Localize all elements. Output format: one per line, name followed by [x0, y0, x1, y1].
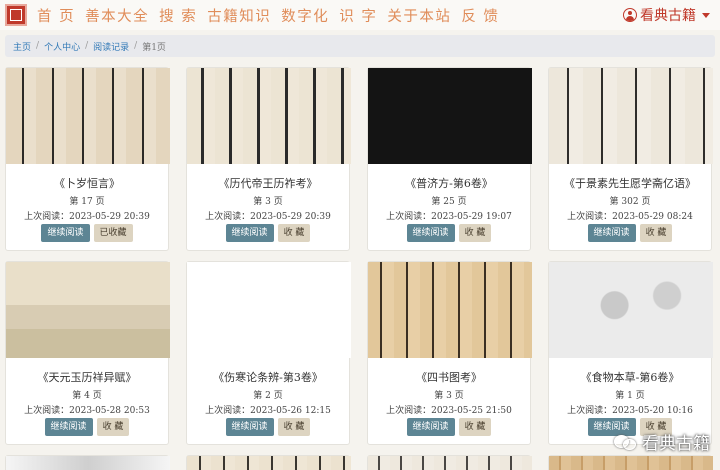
book-card: 《卜岁恒言》 第 17 页 上次阅读：2023-05-29 20:39 继续阅读…: [5, 67, 170, 251]
book-page: 第 302 页: [609, 197, 651, 207]
book-cover[interactable]: [549, 262, 713, 358]
book-cover[interactable]: [549, 68, 713, 164]
continue-reading-button[interactable]: 继续阅读: [41, 224, 90, 242]
nav-digitization[interactable]: 数字化: [281, 5, 329, 26]
continue-reading-button[interactable]: 继续阅读: [406, 418, 455, 436]
nav-characters[interactable]: 识 字: [339, 5, 377, 26]
book-page: 第 3 页: [434, 391, 464, 401]
breadcrumb-history[interactable]: 阅读记录: [93, 40, 129, 53]
wechat-icon: [614, 434, 636, 450]
book-card: [5, 455, 170, 470]
book-card: 《于景素先生愿学斋亿语》 第 302 页 上次阅读：2023-05-29 08:…: [548, 67, 713, 251]
last-read-time: 上次阅读：2023-05-28 20:53: [24, 406, 150, 416]
book-page: 第 2 页: [253, 391, 283, 401]
book-cover[interactable]: [6, 262, 170, 358]
book-cover[interactable]: [6, 456, 170, 470]
book-title[interactable]: 《食物本草-第6卷》: [549, 369, 711, 385]
site-logo[interactable]: [5, 4, 27, 26]
book-title[interactable]: 《卜岁恒言》: [6, 175, 168, 191]
breadcrumb-separator: /: [134, 41, 138, 51]
favorite-button[interactable]: 收 藏: [458, 418, 492, 436]
continue-reading-button[interactable]: 继续阅读: [587, 224, 636, 242]
book-cover[interactable]: [368, 68, 532, 164]
watermark: 看典古籍: [614, 429, 710, 454]
breadcrumb-profile[interactable]: 个人中心: [44, 40, 80, 53]
book-card: 《普济方-第6卷》 第 25 页 上次阅读：2023-05-29 19:07 继…: [367, 67, 532, 251]
book-cover[interactable]: [368, 262, 532, 358]
favorite-button[interactable]: 收 藏: [277, 224, 311, 242]
book-card: 《历代帝王历祚考》 第 3 页 上次阅读：2023-05-29 20:39 继续…: [186, 67, 351, 251]
top-navbar: 首 页 善本大全 搜 索 古籍知识 数字化 识 字 关于本站 反 馈 看典古籍: [0, 0, 720, 30]
book-card: 《四书图考》 第 3 页 上次阅读：2023-05-25 21:50 继续阅读 …: [367, 261, 532, 445]
book-cover[interactable]: [187, 262, 351, 358]
last-read-time: 上次阅读：2023-05-29 20:39: [24, 212, 150, 222]
last-read-time: 上次阅读：2023-05-26 12:15: [205, 406, 331, 416]
nav-knowledge[interactable]: 古籍知识: [207, 5, 271, 26]
last-read-time: 上次阅读：2023-05-29 19:07: [386, 212, 512, 222]
nav-feedback[interactable]: 反 馈: [461, 5, 499, 26]
book-title[interactable]: 《天元玉历祥异赋》: [6, 369, 168, 385]
main-nav: 首 页 善本大全 搜 索 古籍知识 数字化 识 字 关于本站 反 馈: [37, 5, 509, 26]
last-read-time: 上次阅读：2023-05-25 21:50: [386, 406, 512, 416]
book-card: 《伤寒论条辨-第3卷》 第 2 页 上次阅读：2023-05-26 12:15 …: [186, 261, 351, 445]
book-cover[interactable]: [368, 456, 532, 470]
favorite-button[interactable]: 已收藏: [93, 224, 133, 242]
book-page: 第 1 页: [615, 391, 645, 401]
book-card: [367, 455, 532, 470]
book-card: 《天元玉历祥异赋》 第 4 页 上次阅读：2023-05-28 20:53 继续…: [5, 261, 170, 445]
nav-search[interactable]: 搜 索: [159, 5, 197, 26]
continue-reading-button[interactable]: 继续阅读: [406, 224, 455, 242]
book-title[interactable]: 《于景素先生愿学斋亿语》: [549, 175, 711, 191]
user-name: 看典古籍: [640, 8, 696, 24]
breadcrumb-separator: /: [85, 41, 89, 51]
nav-home[interactable]: 首 页: [37, 5, 75, 26]
continue-reading-button[interactable]: 继续阅读: [225, 418, 274, 436]
chevron-down-icon: [702, 12, 710, 18]
favorite-button[interactable]: 收 藏: [277, 418, 311, 436]
breadcrumb-current: 第1页: [142, 42, 166, 53]
continue-reading-button[interactable]: 继续阅读: [44, 418, 93, 436]
book-cover[interactable]: [549, 456, 713, 470]
book-cover[interactable]: [187, 456, 351, 470]
book-page: 第 4 页: [72, 391, 102, 401]
last-read-time: 上次阅读：2023-05-29 08:24: [567, 212, 693, 222]
book-page: 第 3 页: [253, 197, 283, 207]
book-card: 《食物本草-第6卷》 第 1 页 上次阅读：2023-05-20 10:16 继…: [548, 261, 713, 445]
book-title[interactable]: 《普济方-第6卷》: [368, 175, 530, 191]
book-card: [186, 455, 351, 470]
breadcrumb-separator: /: [36, 41, 40, 51]
nav-about[interactable]: 关于本站: [387, 5, 451, 26]
breadcrumb-home[interactable]: 主页: [13, 40, 31, 53]
book-cover[interactable]: [187, 68, 351, 164]
watermark-text: 看典古籍: [642, 434, 710, 454]
book-title[interactable]: 《历代帝王历祚考》: [187, 175, 349, 191]
favorite-button[interactable]: 收 藏: [96, 418, 130, 436]
user-menu[interactable]: 看典古籍: [623, 5, 710, 25]
nav-rare-books[interactable]: 善本大全: [85, 5, 149, 26]
book-card: [548, 455, 713, 470]
book-title[interactable]: 《四书图考》: [368, 369, 530, 385]
favorite-button[interactable]: 收 藏: [639, 224, 673, 242]
last-read-time: 上次阅读：2023-05-20 10:16: [567, 406, 693, 416]
book-cover[interactable]: [6, 68, 170, 164]
book-title[interactable]: 《伤寒论条辨-第3卷》: [187, 369, 349, 385]
book-page: 第 25 页: [431, 197, 467, 207]
continue-reading-button[interactable]: 继续阅读: [225, 224, 274, 242]
breadcrumb: 主页 / 个人中心 / 阅读记录 / 第1页: [5, 35, 715, 57]
user-icon: [623, 8, 637, 22]
last-read-time: 上次阅读：2023-05-29 20:39: [205, 212, 331, 222]
favorite-button[interactable]: 收 藏: [458, 224, 492, 242]
book-page: 第 17 页: [69, 197, 105, 207]
